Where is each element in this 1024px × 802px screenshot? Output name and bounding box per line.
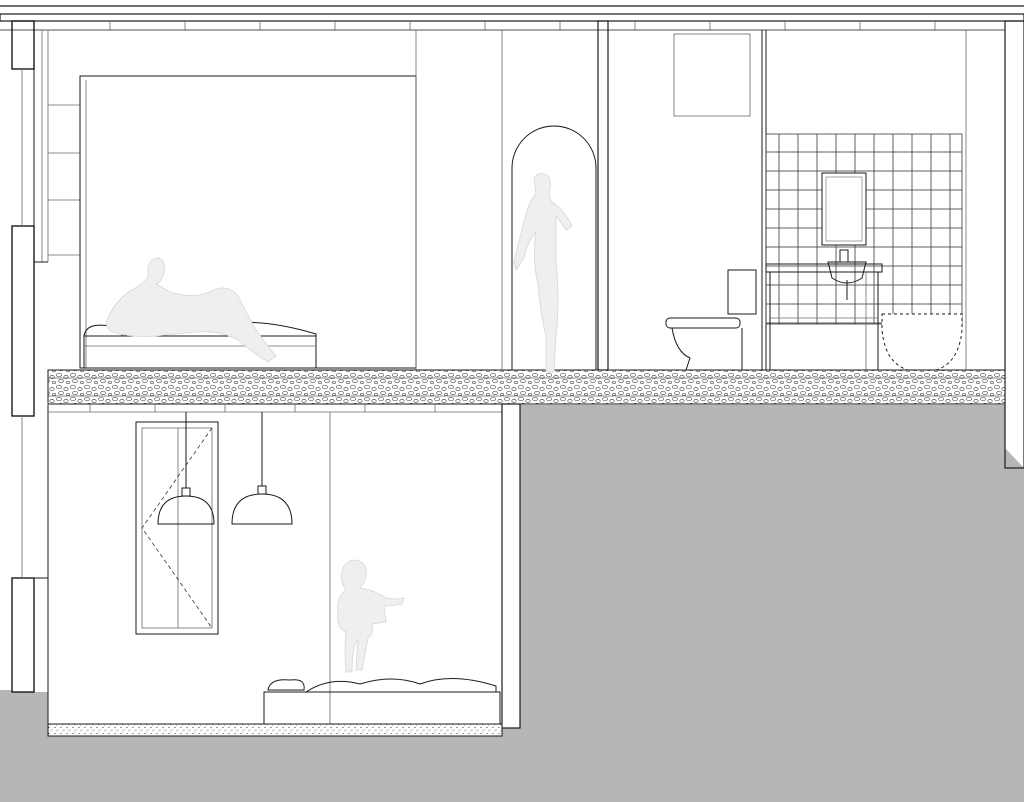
child-jumping-figure [337,559,405,673]
toilet [665,269,757,371]
building-section-drawing [0,5,1024,802]
left-exterior-wall [11,20,49,736]
ground-slab [47,723,503,737]
bathroom-mirror [821,172,867,246]
floor-slab [47,369,1006,405]
person-standing-figure [513,173,573,373]
roof-joists [109,21,936,30]
pendant-lamp-right [231,412,293,525]
daybed [263,677,501,725]
glazed-door [135,421,219,635]
wall-shelving [41,30,80,262]
roof [0,5,1024,31]
shower-curtain [881,313,963,373]
pendant-lamp-left [157,412,215,525]
bathroom [665,33,963,373]
ceiling-joists [48,404,502,413]
ground-fill [0,405,1024,802]
